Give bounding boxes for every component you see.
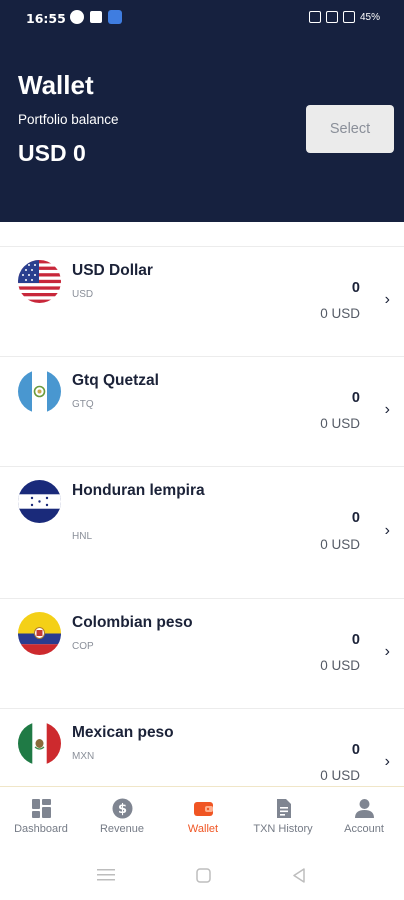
currency-code: HNL <box>72 531 93 542</box>
home-nav-icon[interactable] <box>194 866 212 884</box>
wifi-icon <box>325 11 338 23</box>
currency-usd-value: 0 USD <box>320 768 360 783</box>
wallet-icon <box>193 802 213 816</box>
currency-code: COP <box>72 641 94 652</box>
currency-usd-value: 0 USD <box>320 416 360 431</box>
currency-amount: 0 <box>351 510 360 526</box>
currency-row-mxn[interactable]: Mexican peso MXN 0 0 USD › <box>0 708 404 786</box>
app-icon <box>90 11 102 23</box>
currency-name: Gtq Quetzal <box>72 372 159 389</box>
chevron-right-icon: › <box>384 291 390 308</box>
page-title: Wallet <box>18 70 94 100</box>
vibrate-icon <box>308 11 321 23</box>
currency-amount: 0 <box>351 280 360 296</box>
chevron-right-icon: › <box>384 753 390 770</box>
chevron-right-icon: › <box>384 522 390 539</box>
bluetooth-icon <box>108 10 122 24</box>
usa-flag-icon <box>18 260 61 303</box>
currency-name: Colombian peso <box>72 614 193 631</box>
currency-usd-value: 0 USD <box>320 658 360 673</box>
currency-row-gtq[interactable]: Gtq Quetzal GTQ 0 0 USD › <box>0 356 404 467</box>
status-time: 16:55 <box>26 11 66 26</box>
guatemala-flag-icon <box>18 370 61 413</box>
portfolio-balance: USD 0 <box>18 140 86 166</box>
tab-label: TXN History <box>253 823 313 835</box>
svg-text:$: $ <box>117 802 126 817</box>
dollar-icon: $ <box>112 798 132 819</box>
currency-name: Mexican peso <box>72 724 174 741</box>
person-icon <box>354 799 374 818</box>
tab-label: Dashboard <box>14 823 68 835</box>
back-nav-icon[interactable] <box>290 866 308 884</box>
colombia-flag-icon <box>18 612 61 655</box>
currency-usd-value: 0 USD <box>320 306 360 321</box>
chevron-right-icon: › <box>384 401 390 418</box>
dashboard-icon <box>31 799 51 818</box>
chevron-right-icon: › <box>384 643 390 660</box>
currency-row-cop[interactable]: Colombian peso COP 0 0 USD › <box>0 598 404 709</box>
mexico-flag-icon <box>18 722 61 765</box>
honduras-flag-icon <box>18 480 61 523</box>
system-icons: 45% <box>308 11 380 23</box>
battery-level: 45% <box>359 11 380 23</box>
currency-code: USD <box>72 289 94 300</box>
signal-icon <box>342 11 355 23</box>
tab-wallet[interactable]: Wallet <box>163 787 243 844</box>
currency-amount: 0 <box>351 390 360 406</box>
portfolio-label: Portfolio balance <box>18 112 119 127</box>
currency-list: USD Dollar USD 0 0 USD › Gtq Quetzal GTQ… <box>0 222 404 786</box>
currency-name: USD Dollar <box>72 262 153 279</box>
tab-dashboard[interactable]: Dashboard <box>1 787 81 844</box>
bottom-tab-bar: Dashboard $ Revenue Wallet TXN History A… <box>0 786 404 844</box>
notification-icons <box>70 10 122 24</box>
menu-nav-icon[interactable] <box>97 866 115 884</box>
currency-code: GTQ <box>72 399 94 410</box>
tab-txn-history[interactable]: TXN History <box>243 787 323 844</box>
document-icon <box>276 799 291 818</box>
select-button[interactable]: Select <box>306 105 394 153</box>
tab-label: Wallet <box>187 823 219 835</box>
system-nav-bar <box>0 850 404 900</box>
currency-usd-value: 0 USD <box>320 537 360 552</box>
currency-code: MXN <box>72 751 95 762</box>
tab-label: Account <box>344 823 384 835</box>
wallet-header: Wallet Portfolio balance USD 0 Select <box>0 36 404 222</box>
message-icon <box>70 10 84 24</box>
tab-revenue[interactable]: $ Revenue <box>82 787 162 844</box>
currency-row-hnl[interactable]: Honduran lempira HNL 0 0 USD › <box>0 466 404 599</box>
currency-amount: 0 <box>351 742 360 758</box>
currency-name: Honduran lempira <box>72 482 205 499</box>
currency-amount: 0 <box>351 632 360 648</box>
status-bar: 16:55 45% <box>0 0 404 36</box>
tab-account[interactable]: Account <box>324 787 404 844</box>
currency-row-usd[interactable]: USD Dollar USD 0 0 USD › <box>0 246 404 357</box>
tab-label: Revenue <box>99 823 145 835</box>
